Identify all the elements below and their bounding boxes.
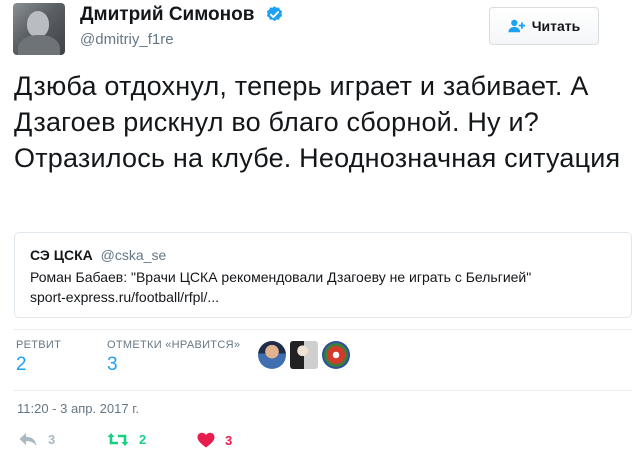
reply-icon <box>19 433 37 446</box>
author-avatar[interactable] <box>13 3 65 55</box>
quoted-tweet-link[interactable]: sport-express.ru/football/rfpl/... <box>30 289 219 305</box>
like-count: 3 <box>225 432 233 448</box>
stats-bottom-divider <box>14 390 632 391</box>
liker-avatar-1[interactable] <box>258 341 286 369</box>
liker-avatar-2[interactable] <box>290 341 318 369</box>
reply-count: 3 <box>48 432 56 447</box>
avatar-body-shape <box>18 35 60 55</box>
liker-avatar-3-ring <box>324 343 348 367</box>
author-handle[interactable]: @dmitriy_f1re <box>80 31 174 48</box>
follow-button[interactable]: Читать <box>489 7 599 45</box>
quoted-tweet-handle: @cska_se <box>100 247 167 263</box>
stats-top-divider <box>14 329 632 330</box>
tweet-text: Дзюба отдохнул, теперь играет и забивает… <box>14 71 621 173</box>
quoted-tweet-name: СЭ ЦСКА <box>30 247 93 263</box>
retweet-icon <box>107 433 129 446</box>
add-person-icon <box>508 19 525 33</box>
retweets-value: 2 <box>16 354 27 375</box>
likes-value: 3 <box>107 354 118 375</box>
avatar-head-shape <box>27 11 49 37</box>
quoted-tweet-author: СЭ ЦСКА @cska_se <box>30 247 166 263</box>
likes-label: ОТМЕТКИ «НРАВИТСЯ» <box>107 339 241 351</box>
quoted-tweet[interactable]: СЭ ЦСКА @cska_se Роман Бабаев: "Врачи ЦС… <box>14 232 632 318</box>
heart-icon <box>197 432 215 448</box>
author-name[interactable]: Дмитрий Симонов <box>80 4 254 26</box>
follow-button-label: Читать <box>531 18 581 34</box>
quoted-tweet-text: Роман Бабаев: "Врачи ЦСКА рекомендовали … <box>30 269 532 285</box>
retweet-count: 2 <box>139 432 147 447</box>
tweet-timestamp[interactable]: 11:20 - 3 апр. 2017 г. <box>17 401 139 416</box>
like-button[interactable]: 3 <box>197 432 232 448</box>
retweets-stat[interactable]: РЕТВИТ 2 <box>16 339 61 376</box>
likes-stat[interactable]: ОТМЕТКИ «НРАВИТСЯ» 3 <box>107 339 240 376</box>
verified-badge-icon <box>266 6 283 22</box>
retweets-label: РЕТВИТ <box>16 339 62 351</box>
reply-button[interactable]: 3 <box>18 432 55 447</box>
liker-avatar-3[interactable] <box>322 341 350 369</box>
retweet-button[interactable]: 2 <box>107 432 146 447</box>
